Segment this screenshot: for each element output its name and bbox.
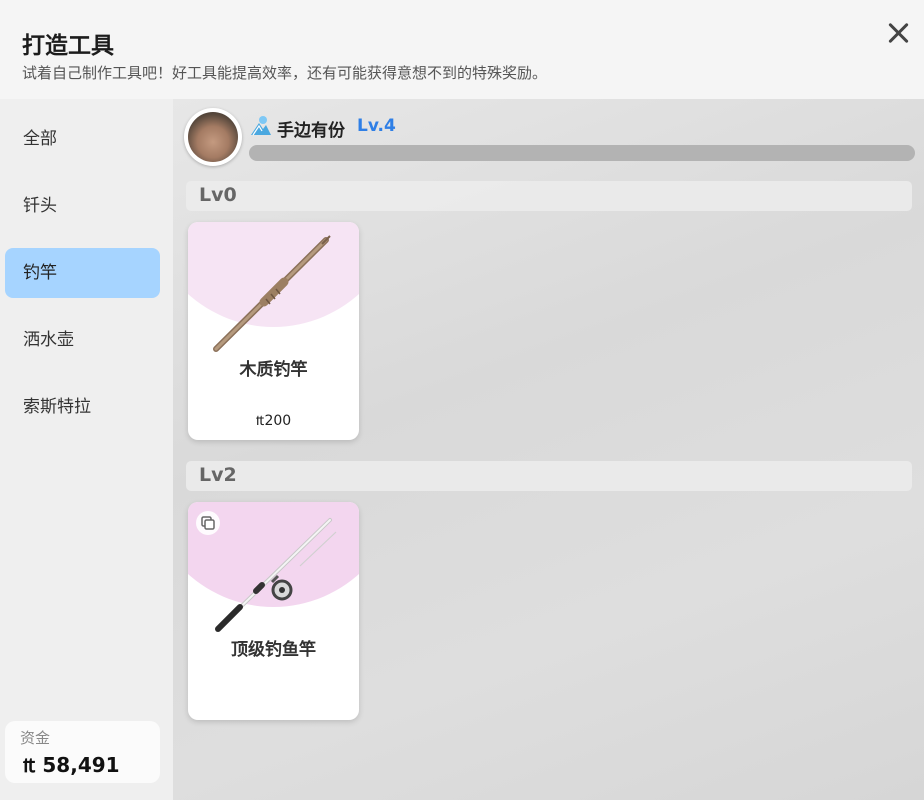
profession-level: Lv.4 <box>357 116 396 136</box>
sidebar: 全部 钎头 钓竿 洒水壶 索斯特拉 资金 ₶ 58,491 <box>0 99 173 800</box>
sidebar-item-drill-bit[interactable]: 钎头 <box>5 181 160 231</box>
crafting-window: 打造工具 试着自己制作工具吧！好工具能提高效率，还有可能获得意想不到的特殊奖励。… <box>0 0 924 800</box>
avatar-image <box>188 112 238 162</box>
experience-bar <box>249 145 915 161</box>
recipe-name: 顶级钓鱼竿 <box>231 640 316 660</box>
close-button[interactable] <box>884 18 914 48</box>
section-level-label: Lv2 <box>199 464 237 486</box>
sidebar-item-label: 洒水壶 <box>23 330 74 350</box>
section-header-lv2: Lv2 <box>186 461 912 491</box>
funds-value: ₶ 58,491 <box>23 753 120 777</box>
sidebar-item-watering-can[interactable]: 洒水壶 <box>5 315 160 365</box>
profession-name: 手边有份 <box>277 121 345 141</box>
avatar <box>184 108 242 166</box>
header: 打造工具 试着自己制作工具吧！好工具能提高效率，还有可能获得意想不到的特殊奖励。 <box>0 0 924 99</box>
funds-label: 资金 <box>20 729 51 747</box>
main-content: 手边有份 Lv.4 Lv0 木质钓竿 ₶200 Lv2 顶级钓鱼竿 <box>173 99 924 800</box>
wooden-fishing-rod-icon <box>213 235 331 352</box>
page-title: 打造工具 <box>22 33 114 59</box>
funds-panel: 资金 ₶ 58,491 <box>5 721 160 783</box>
section-level-label: Lv0 <box>199 184 237 206</box>
recipe-card-premium-rod[interactable]: 顶级钓鱼竿 <box>188 502 359 720</box>
sidebar-item-fishing-rod[interactable]: 钓竿 <box>5 248 160 298</box>
premium-fishing-rod-icon <box>215 518 337 632</box>
sidebar-item-all[interactable]: 全部 <box>5 114 160 164</box>
profession-icon <box>251 116 271 136</box>
sidebar-item-sostra[interactable]: 索斯特拉 <box>5 382 160 432</box>
section-header-lv0: Lv0 <box>186 181 912 211</box>
recipe-name: 木质钓竿 <box>239 360 308 380</box>
recipe-card-wooden-rod[interactable]: 木质钓竿 ₶200 <box>188 222 359 440</box>
copy-icon[interactable] <box>196 511 220 535</box>
page-subtitle: 试着自己制作工具吧！好工具能提高效率，还有可能获得意想不到的特殊奖励。 <box>22 64 548 82</box>
sidebar-item-label: 钎头 <box>23 196 57 216</box>
recipe-price: ₶200 <box>255 413 292 429</box>
sidebar-item-label: 索斯特拉 <box>23 397 91 417</box>
sidebar-item-label: 全部 <box>23 129 57 149</box>
sidebar-item-label: 钓竿 <box>23 263 57 283</box>
